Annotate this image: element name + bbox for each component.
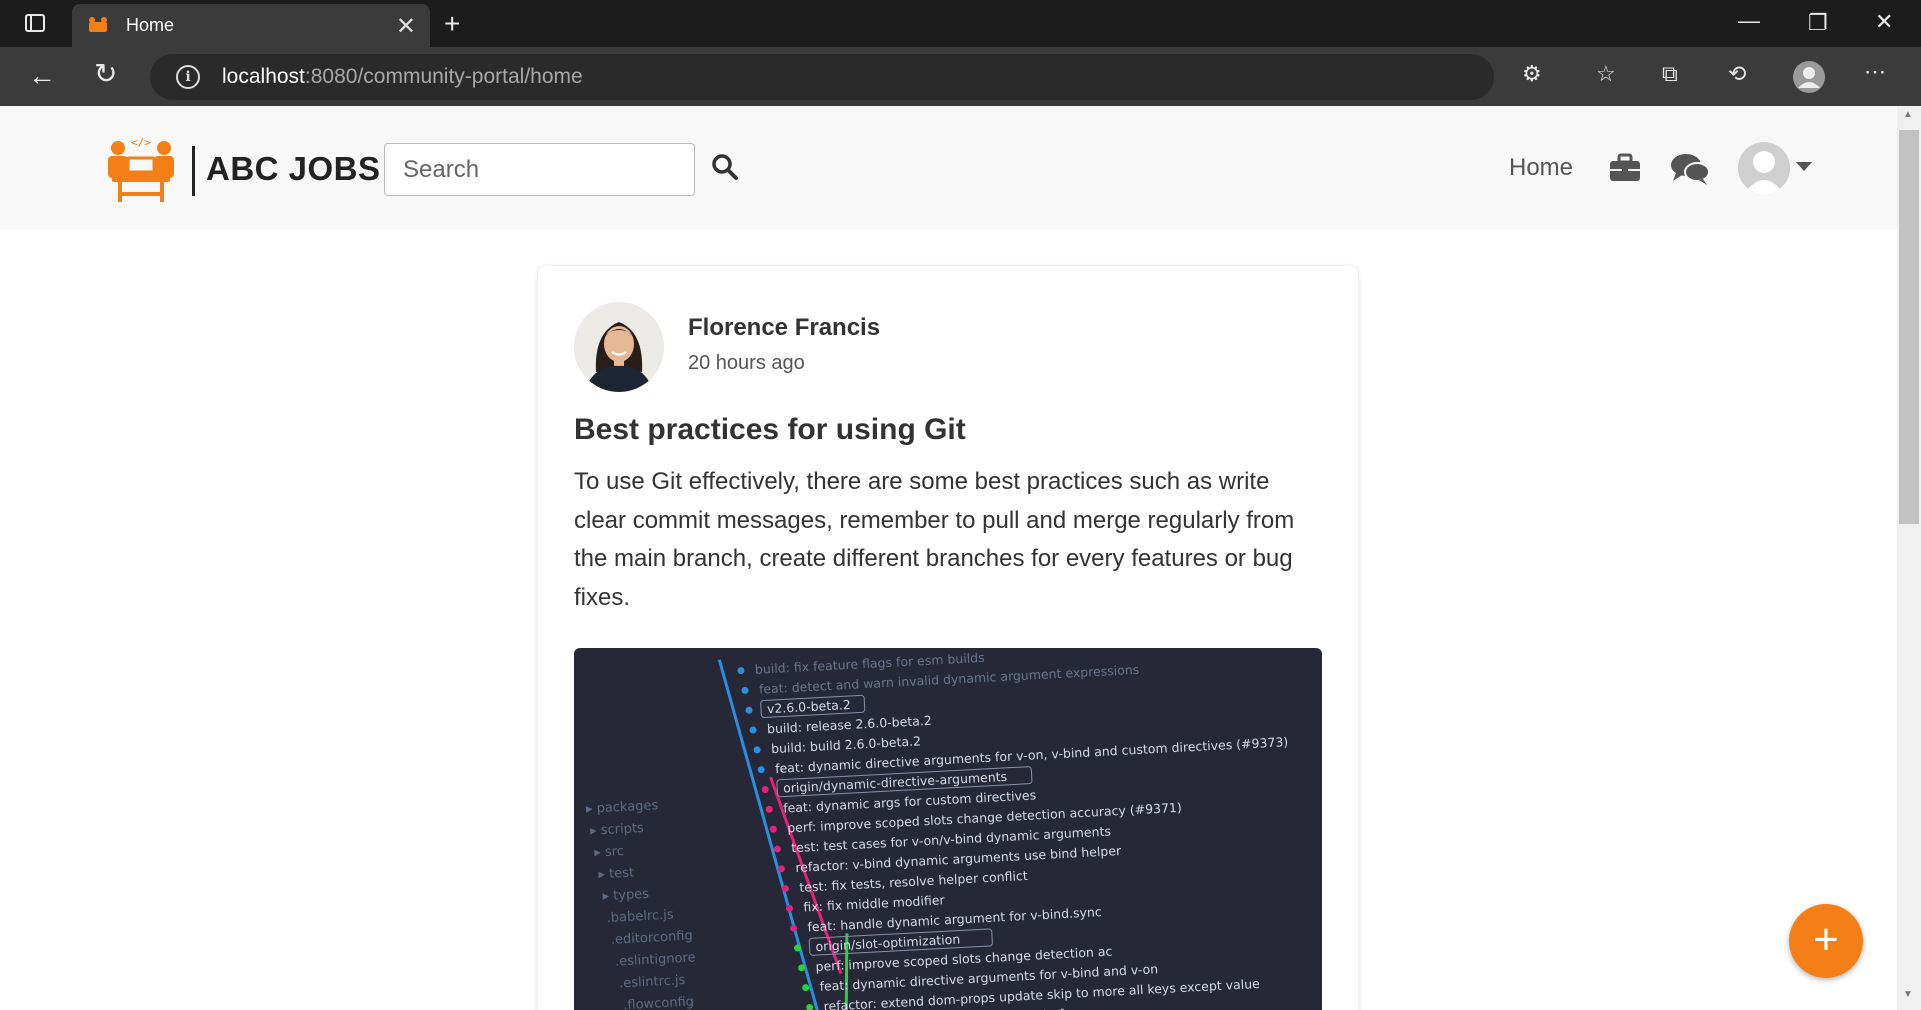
file-tree-item: ▸ packages — [586, 798, 659, 817]
address-bar[interactable]: localhost:8080/community-portal/home — [150, 54, 1494, 100]
commit-dot — [741, 686, 749, 694]
author-name[interactable]: Florence Francis — [688, 314, 880, 342]
post-title: Best practices for using Git — [574, 413, 966, 446]
commit-message: fix: fix middle modifier — [803, 892, 946, 914]
url-host: localhost — [222, 65, 305, 88]
file-tree-item: ▸ src — [594, 844, 624, 861]
logo-divider — [192, 146, 195, 196]
page-content: </> ABC JOBS Home Florence Francis 20 — [0, 106, 1897, 1010]
scrollbar-thumb[interactable] — [1899, 130, 1919, 524]
commit-dot — [749, 726, 757, 734]
extensions-icon[interactable]: ⚙ — [1522, 63, 1542, 85]
minimize-icon[interactable]: — — [1738, 10, 1760, 32]
briefcase-icon[interactable] — [1609, 153, 1641, 183]
post-body: To use Git effectively, there are some b… — [574, 468, 1295, 611]
file-tree-item: .editorconfig — [610, 929, 693, 948]
file-tree-item: .babelrc.js — [606, 907, 674, 925]
file-tree-item: ▸ types — [602, 887, 649, 904]
commit-dot — [806, 1003, 814, 1010]
chat-icon[interactable] — [1670, 152, 1710, 186]
commit-message: build: build 2.6.0-beta.2 — [771, 733, 922, 756]
commit-dot — [737, 667, 745, 675]
browser-tab-home[interactable]: Home ✕ — [72, 4, 430, 47]
commit-dot — [765, 805, 773, 813]
create-post-button[interactable]: + — [1789, 904, 1863, 978]
file-tree-item: .eslintrc.js — [619, 973, 686, 991]
top-navbar: </> ABC JOBS Home — [0, 106, 1897, 230]
file-tree-item: .flowconfig — [623, 995, 694, 1010]
post-timestamp: 20 hours ago — [688, 352, 805, 374]
close-window-icon[interactable]: ✕ — [1875, 11, 1893, 33]
commit-dot — [761, 785, 769, 793]
search-input[interactable] — [384, 143, 695, 196]
collections-icon[interactable]: ⧉ — [1662, 63, 1678, 85]
commit-dot — [753, 746, 761, 754]
site-info-icon[interactable]: i — [176, 65, 200, 89]
close-tab-icon[interactable]: ✕ — [396, 12, 416, 41]
favicon-icon — [89, 16, 107, 32]
scroll-up-icon[interactable]: ▲ — [1903, 110, 1913, 120]
file-tree-item: .eslintignore — [615, 950, 696, 969]
commit-message: origin/slot-optimization — [815, 932, 960, 955]
tab-actions-icon[interactable] — [24, 12, 46, 38]
post-card: Florence Francis 20 hours ago Best pract… — [538, 266, 1358, 1010]
post-image[interactable]: ▸ packages ▸ scripts ▸ src ▸ test ▸ types .b… — [574, 648, 1322, 1010]
history-icon[interactable]: ⟲ — [1728, 63, 1746, 85]
file-tree-item: ▸ test — [598, 865, 634, 882]
favorites-icon[interactable]: ☆ — [1596, 63, 1616, 85]
abc-jobs-logo[interactable]: </> — [104, 136, 178, 204]
new-tab-icon[interactable]: + — [444, 10, 460, 38]
svg-text:</>: </> — [131, 136, 151, 149]
brand-name[interactable]: ABC JOBS — [206, 150, 381, 188]
commit-dot — [757, 766, 765, 774]
back-icon[interactable]: ← — [28, 62, 56, 90]
commit-dot — [745, 706, 753, 714]
git-log-screenshot: ▸ packages ▸ scripts ▸ src ▸ test ▸ types .b… — [586, 650, 1289, 1010]
search-icon[interactable] — [710, 152, 740, 182]
commit-dot — [773, 845, 781, 853]
user-avatar-icon — [1744, 151, 1784, 194]
author-avatar[interactable] — [574, 302, 664, 392]
user-avatar-button[interactable] — [1738, 142, 1790, 194]
chevron-down-icon[interactable] — [1796, 162, 1812, 171]
url-path: :8080/community-portal/home — [304, 65, 583, 88]
browser-tab-bar: Home ✕ + — ❐ ✕ — [0, 0, 1921, 47]
refresh-icon[interactable]: ↻ — [94, 60, 117, 88]
commit-dot — [802, 984, 810, 992]
profile-icon[interactable] — [1792, 60, 1826, 98]
restore-icon[interactable]: ❐ — [1808, 12, 1828, 34]
file-tree-item: ▸ scripts — [590, 821, 645, 839]
more-icon[interactable]: ⋯ — [1864, 61, 1886, 83]
commit-dot — [769, 825, 777, 833]
scroll-down-icon[interactable]: ▼ — [1903, 990, 1913, 1000]
tab-title: Home — [126, 15, 175, 35]
nav-home-link[interactable]: Home — [1509, 154, 1573, 182]
